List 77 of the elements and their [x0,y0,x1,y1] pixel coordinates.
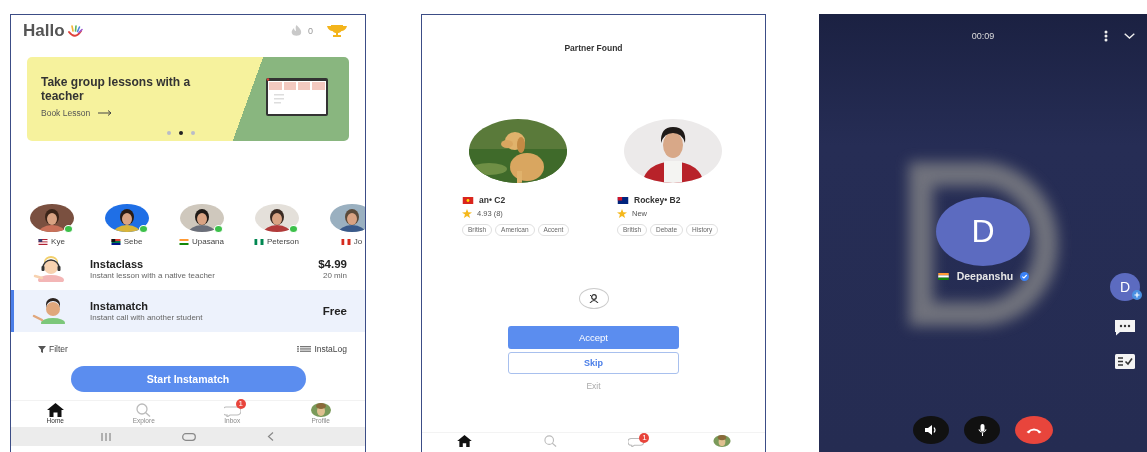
person-item[interactable]: Sebe [89,204,164,248]
filter-link[interactable]: Filter [38,344,68,354]
banner-title: Take group lessons with a teacher [41,75,192,103]
chat-icon[interactable] [1114,319,1136,336]
partner-name: Rockey• B2 [634,195,681,205]
screen-title: Partner Found [564,42,623,53]
offering-title: Instamatch [90,300,150,312]
promo-banner[interactable]: Take group lessons with a teacher Book Lesson [27,57,349,141]
star-icon [617,209,627,218]
more-options-icon[interactable] [1104,30,1108,42]
person-name: Peterson [267,237,299,246]
unread-badge: 1 [639,433,650,443]
flame-icon [291,25,302,37]
chat-bubble-icon [627,435,645,447]
star-icon [462,209,472,218]
flag-icon [110,238,121,245]
offering-row[interactable]: Instaclass Instant lesson with a native teacher $4.99 20 min [11,248,365,290]
person-name: Jo [353,237,363,246]
flag-icon [617,196,629,204]
partner-name: an• C2 [479,195,506,205]
unread-badge: 1 [235,399,246,409]
carousel-dot[interactable] [179,131,183,135]
skip-button[interactable]: Skip [508,352,679,374]
home-button-icon[interactable] [182,432,196,441]
waving-hand-icon [66,24,83,38]
tablet-drawing [265,77,329,117]
person-name: Sebe [123,237,143,246]
offering-description: Instant call with another student [90,313,204,322]
home-icon [456,435,474,447]
home-icon [46,403,64,417]
duration: 20 min [323,271,347,280]
hang-up-icon [1026,426,1042,434]
back-icon[interactable] [266,432,275,441]
person-item[interactable]: Peterson [239,204,314,248]
arrow-right-icon [98,110,113,116]
flag-icon [462,196,474,204]
microphone-icon [977,424,987,436]
plus-icon [1132,290,1142,300]
flag-icon [179,238,189,245]
add-person-avatar[interactable]: D [1110,273,1140,301]
instalog-link[interactable]: InstaLog [297,344,347,354]
flag-icon [38,238,49,245]
list-icon [297,346,312,352]
speaker-icon [925,425,937,435]
call-timer: 00:09 [971,31,995,41]
flag-icon [254,238,264,245]
carousel-dot[interactable] [191,131,195,135]
chat-bubble-icon [223,403,241,417]
avatar-letter: D [1119,279,1131,295]
streak-count: 0 [308,26,313,36]
flag-icon [340,238,351,245]
price: $4.99 [318,258,347,270]
offering-row[interactable]: Instamatch Instant call with another student Free [11,290,365,332]
price: Free [322,305,347,317]
end-call-button[interactable] [1015,416,1053,444]
app-logo: Hallo [23,21,65,41]
book-lesson-link[interactable]: Book Lesson [41,108,113,118]
carousel-dot[interactable] [167,131,171,135]
checklist-icon[interactable] [1115,354,1135,369]
search-icon [135,403,153,417]
person-item[interactable]: Jo [314,204,365,248]
nav-tab[interactable]: 1 [593,433,680,452]
chevron-down-icon[interactable] [1124,33,1135,39]
filter-icon [38,345,46,353]
speaker-button[interactable] [913,416,949,444]
offering-description: Instant lesson with a native teacher [90,271,216,280]
person-button[interactable] [578,288,609,309]
person-name: Upasana [192,237,224,246]
flag-icon [936,272,950,280]
offering-title: Instaclass [90,258,145,270]
caller-name: Deepanshu [956,270,1014,282]
person-item[interactable]: Upasana [164,204,239,248]
avatar: D [936,197,1030,266]
person-name: Kye [51,237,65,246]
person-icon [588,294,599,303]
mic-button[interactable] [964,416,1000,444]
person-item[interactable]: Kye [14,204,89,248]
